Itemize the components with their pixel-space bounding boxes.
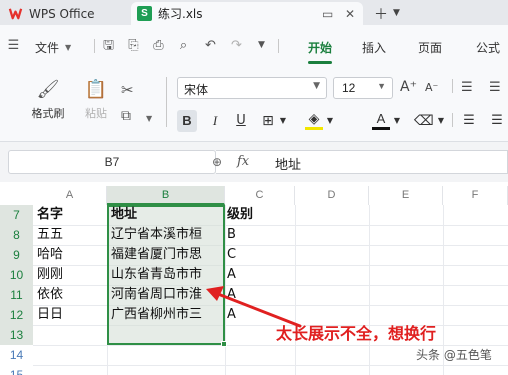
annotation-arrow — [206, 286, 302, 328]
watermark: 头条 @五色笔 — [416, 348, 492, 362]
annotation-text: 太长展示不全，想换行 — [276, 324, 437, 343]
